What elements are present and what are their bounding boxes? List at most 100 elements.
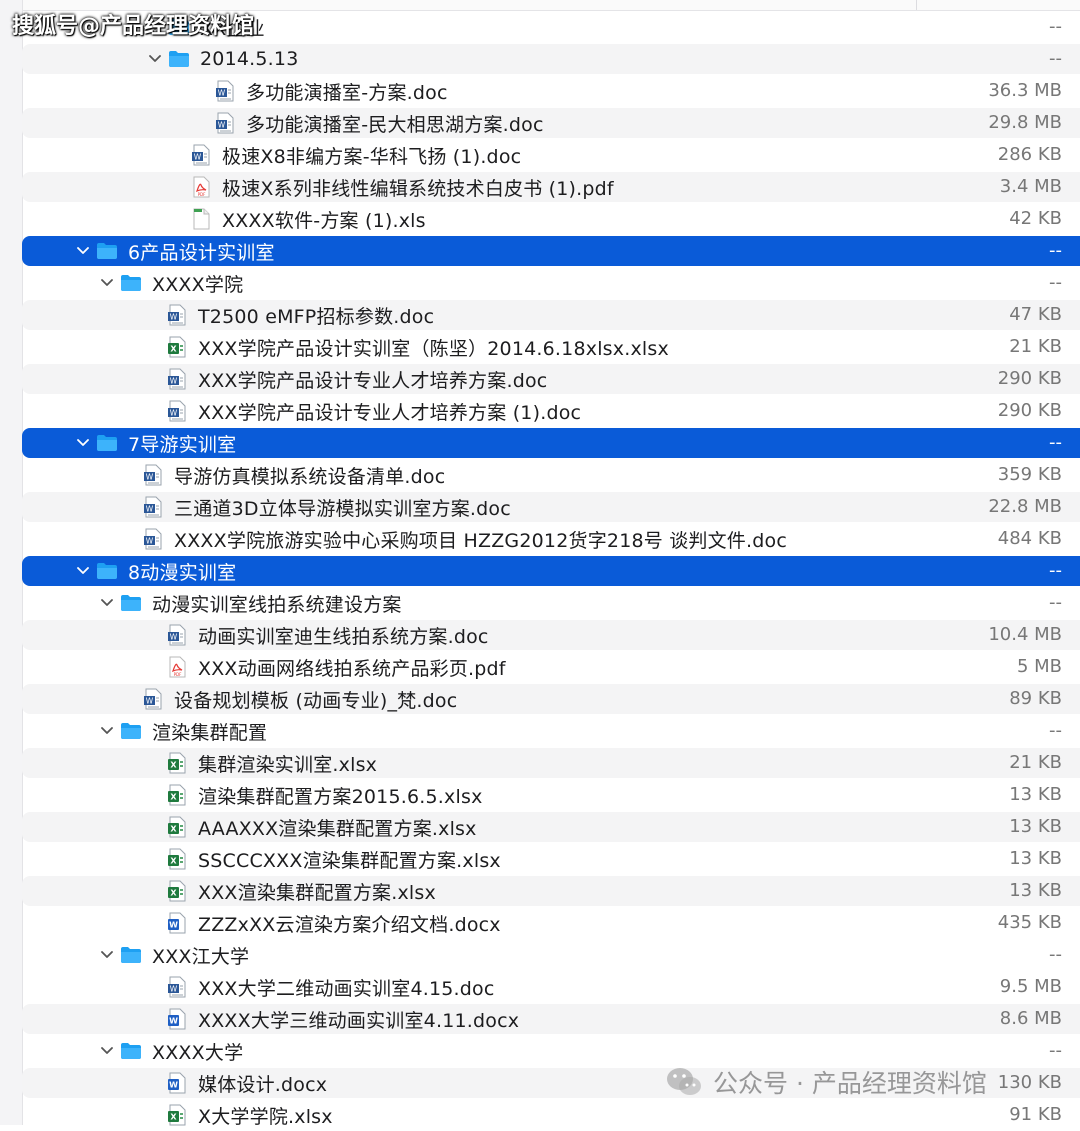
item-name: 动漫实训室线拍系统建设方案 bbox=[152, 593, 402, 616]
file-row[interactable]: PDF 极速X系列非线性编辑系统技术白皮书 (1).pdf 3.4 MB bbox=[0, 171, 1080, 203]
svg-text:W: W bbox=[146, 537, 154, 546]
item-size: 10.4 MB bbox=[988, 624, 1062, 645]
file-row[interactable]: W 多功能演播室-民大相思湖方案.doc 29.8 MB bbox=[0, 107, 1080, 139]
folder-icon bbox=[120, 272, 142, 294]
file-row[interactable]: W 动画实训室迪生线拍系统方案.doc 10.4 MB bbox=[0, 619, 1080, 651]
excel-icon: X bbox=[166, 880, 188, 902]
item-name: XXX学院产品设计专业人才培养方案 (1).doc bbox=[198, 401, 582, 424]
file-row[interactable]: W 设备规划模板 (动画专业)_梵.doc 89 KB bbox=[0, 683, 1080, 715]
folder-row[interactable]: 6产品设计实训室 -- bbox=[0, 235, 1080, 267]
item-size: 13 KB bbox=[1009, 784, 1062, 805]
item-size: 5 MB bbox=[1016, 656, 1062, 677]
file-row[interactable]: X XXX学院产品设计实训室（陈坚）2014.6.18xlsx.xlsx 21 KB bbox=[0, 331, 1080, 363]
chevron-down-icon[interactable] bbox=[146, 50, 164, 68]
item-size: 29.8 MB bbox=[988, 112, 1062, 133]
chevron-down-icon[interactable] bbox=[98, 722, 116, 740]
folder-row[interactable]: 7导游实训室 -- bbox=[0, 427, 1080, 459]
item-size: 290 KB bbox=[997, 368, 1062, 389]
chevron-down-icon[interactable] bbox=[74, 562, 92, 580]
row-content: XXXX软件-方案 (1).xls bbox=[0, 203, 426, 235]
file-row[interactable]: W 导游仿真模拟系统设备清单.doc 359 KB bbox=[0, 459, 1080, 491]
row-content: W 动画实训室迪生线拍系统方案.doc bbox=[0, 619, 489, 651]
file-row[interactable]: W XXXX大学三维动画实训室4.11.docx 8.6 MB bbox=[0, 1003, 1080, 1035]
folder-row[interactable]: 8动漫实训室 -- bbox=[0, 555, 1080, 587]
file-row[interactable]: W XXX学院产品设计专业人才培养方案.doc 290 KB bbox=[0, 363, 1080, 395]
row-content: 6产品设计实训室 bbox=[0, 235, 275, 267]
row-content: X AAAXXX渲染集群配置方案.xlsx bbox=[0, 811, 477, 843]
item-name: XXX大学二维动画实训室4.15.doc bbox=[198, 977, 495, 1000]
row-content: X SSCCCXXX渲染集群配置方案.xlsx bbox=[0, 843, 501, 875]
file-row[interactable]: W 三通道3D立体导游模拟实训室方案.doc 22.8 MB bbox=[0, 491, 1080, 523]
item-name: AAAXXX渲染集群配置方案.xlsx bbox=[198, 817, 477, 840]
svg-text:W: W bbox=[170, 985, 178, 994]
row-content: W 多功能演播室-方案.doc bbox=[0, 75, 448, 107]
folder-row[interactable]: 2014.5.13 -- bbox=[0, 43, 1080, 75]
word-doc-icon: W bbox=[190, 144, 212, 166]
folder-icon bbox=[120, 1040, 142, 1062]
word-docx-icon: W bbox=[166, 1072, 188, 1094]
folder-row[interactable]: XXX江大学 -- bbox=[0, 939, 1080, 971]
item-size: 91 KB bbox=[1009, 1104, 1062, 1125]
svg-text:W: W bbox=[170, 313, 178, 322]
item-size: 8.6 MB bbox=[999, 1008, 1062, 1029]
folder-icon bbox=[120, 592, 142, 614]
chevron-down-icon[interactable] bbox=[74, 434, 92, 452]
folder-row[interactable]: XXXX学院 -- bbox=[0, 267, 1080, 299]
svg-text:W: W bbox=[170, 409, 178, 418]
svg-text:W: W bbox=[169, 1017, 178, 1026]
file-row[interactable]: W ZZZxXX云渲染方案介绍文档.docx 435 KB bbox=[0, 907, 1080, 939]
file-row[interactable]: W 多功能演播室-方案.doc 36.3 MB bbox=[0, 75, 1080, 107]
item-name: XXX动画网络线拍系统产品彩页.pdf bbox=[198, 657, 506, 680]
file-row[interactable]: W XXX学院产品设计专业人才培养方案 (1).doc 290 KB bbox=[0, 395, 1080, 427]
file-row[interactable]: W T2500 eMFP招标参数.doc 47 KB bbox=[0, 299, 1080, 331]
folder-row[interactable]: 动漫实训室线拍系统建设方案 -- bbox=[0, 587, 1080, 619]
svg-text:X: X bbox=[170, 889, 177, 898]
file-row[interactable]: XXXX软件-方案 (1).xls 42 KB bbox=[0, 203, 1080, 235]
item-name: XXXX学院 bbox=[152, 273, 244, 296]
item-name: 多功能演播室-方案.doc bbox=[246, 81, 448, 104]
chevron-down-icon[interactable] bbox=[98, 1042, 116, 1060]
chevron-down-icon[interactable] bbox=[98, 594, 116, 612]
file-row[interactable]: PDF XXX动画网络线拍系统产品彩页.pdf 5 MB bbox=[0, 651, 1080, 683]
svg-text:W: W bbox=[218, 121, 226, 130]
folder-row[interactable]: 渲染集群配置 -- bbox=[0, 715, 1080, 747]
item-name: XXX渲染集群配置方案.xlsx bbox=[198, 881, 436, 904]
item-size: -- bbox=[1049, 16, 1062, 37]
svg-text:W: W bbox=[169, 921, 178, 930]
file-row[interactable]: W XXXX学院旅游实验中心采购项目 HZZG2012货字218号 谈判文件.do… bbox=[0, 523, 1080, 555]
excel-icon: X bbox=[166, 1104, 188, 1126]
folder-icon bbox=[96, 560, 118, 582]
item-size: 21 KB bbox=[1009, 752, 1062, 773]
chevron-down-icon[interactable] bbox=[98, 274, 116, 292]
file-row[interactable]: X 渲染集群配置方案2015.6.5.xlsx 13 KB bbox=[0, 779, 1080, 811]
item-size: 47 KB bbox=[1009, 304, 1062, 325]
word-doc-icon: W bbox=[142, 464, 164, 486]
excel-icon: X bbox=[166, 784, 188, 806]
word-doc-icon: W bbox=[166, 400, 188, 422]
row-content: W T2500 eMFP招标参数.doc bbox=[0, 299, 434, 331]
file-row[interactable]: X 集群渲染实训室.xlsx 21 KB bbox=[0, 747, 1080, 779]
chevron-down-icon[interactable] bbox=[98, 946, 116, 964]
file-row[interactable]: X X大学学院.xlsx 91 KB bbox=[0, 1099, 1080, 1131]
item-name: ZZZxXX云渲染方案介绍文档.docx bbox=[198, 913, 501, 936]
item-name: 渲染集群配置 bbox=[152, 721, 268, 744]
row-content: 7导游实训室 bbox=[0, 427, 236, 459]
item-name: 极速X系列非线性编辑系统技术白皮书 (1).pdf bbox=[222, 177, 614, 200]
word-doc-icon: W bbox=[166, 624, 188, 646]
word-doc-icon: W bbox=[142, 528, 164, 550]
svg-text:W: W bbox=[218, 89, 226, 98]
wechat-icon bbox=[667, 1068, 701, 1095]
row-content: X 集群渲染实训室.xlsx bbox=[0, 747, 377, 779]
item-name: 8动漫实训室 bbox=[128, 561, 237, 584]
file-row[interactable]: W 极速X8非编方案-华科飞扬 (1).doc 286 KB bbox=[0, 139, 1080, 171]
file-row[interactable]: W XXX大学二维动画实训室4.15.doc 9.5 MB bbox=[0, 971, 1080, 1003]
word-doc-icon: W bbox=[166, 976, 188, 998]
chevron-down-icon[interactable] bbox=[74, 242, 92, 260]
row-content: W 导游仿真模拟系统设备清单.doc bbox=[0, 459, 445, 491]
row-content: 渲染集群配置 bbox=[0, 715, 267, 747]
file-row[interactable]: X SSCCCXXX渲染集群配置方案.xlsx 13 KB bbox=[0, 843, 1080, 875]
word-doc-icon: W bbox=[214, 80, 236, 102]
file-row[interactable]: X AAAXXX渲染集群配置方案.xlsx 13 KB bbox=[0, 811, 1080, 843]
file-row[interactable]: X XXX渲染集群配置方案.xlsx 13 KB bbox=[0, 875, 1080, 907]
row-content: X 渲染集群配置方案2015.6.5.xlsx bbox=[0, 779, 483, 811]
